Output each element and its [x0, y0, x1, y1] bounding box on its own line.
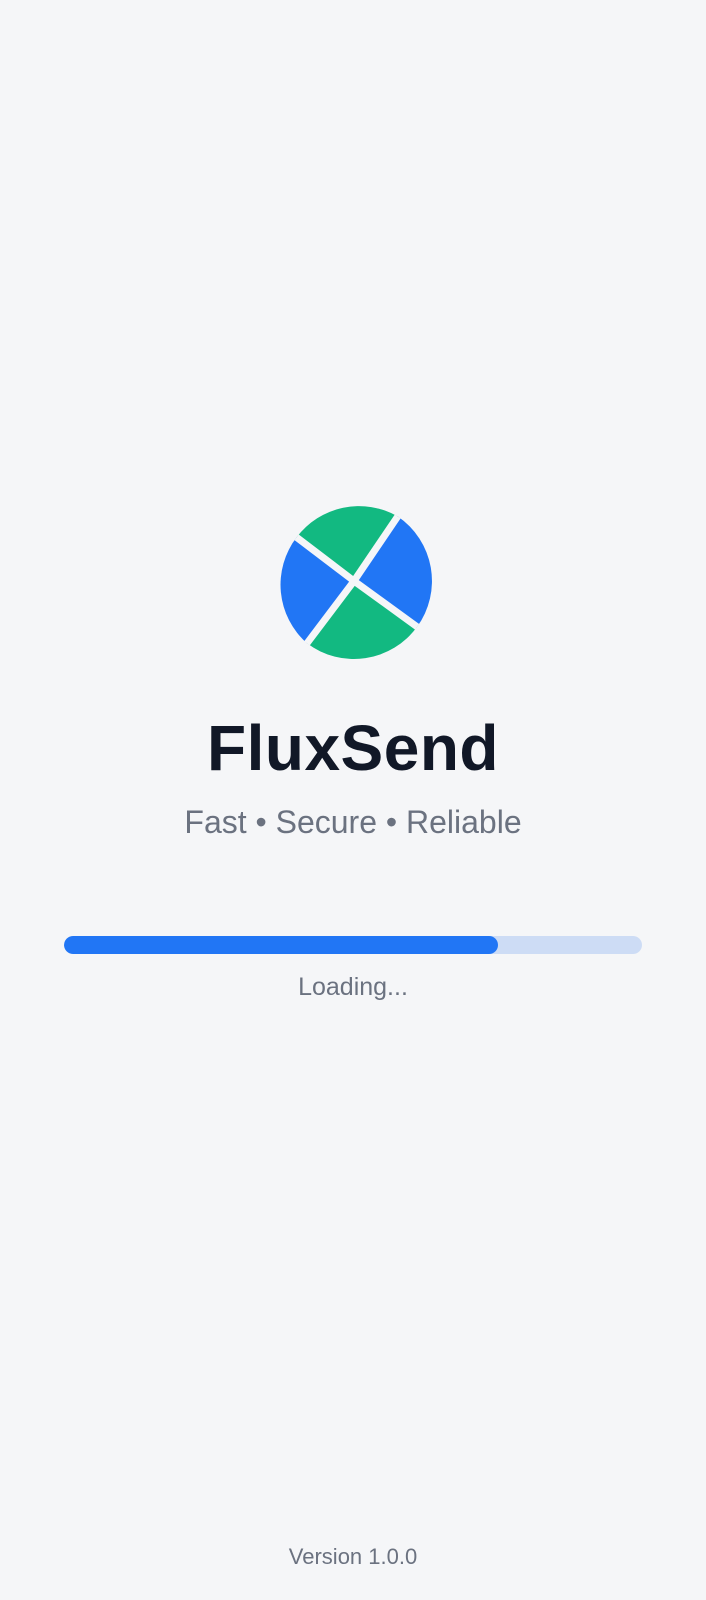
loading-progress-bar [64, 936, 642, 954]
app-tagline: Fast • Secure • Reliable [184, 804, 522, 840]
splash-screen: FluxSend Fast • Secure • Reliable Loadin… [0, 0, 706, 1600]
loading-progress-fill [64, 936, 498, 954]
loading-status-text: Loading... [298, 973, 408, 1001]
app-title: FluxSend [206, 712, 500, 784]
version-label: Version 1.0.0 [288, 1544, 418, 1569]
fluxsend-logo-icon [274, 501, 434, 661]
